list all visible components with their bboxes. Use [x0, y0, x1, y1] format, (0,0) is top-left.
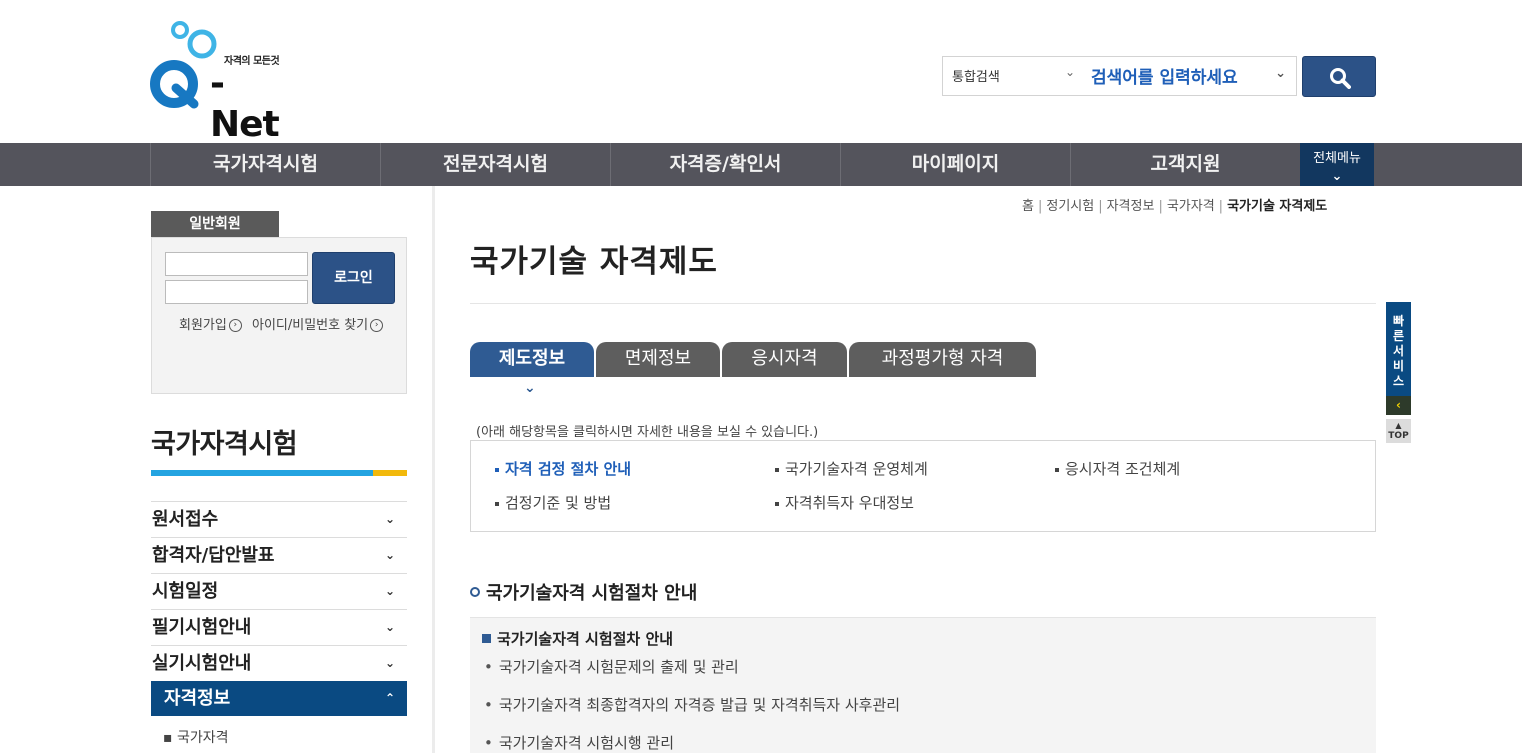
sidebar-item-results[interactable]: 합격자/답안발표 ⌄: [151, 537, 407, 573]
gnb-item-national-exam[interactable]: 국가자격시험: [150, 143, 380, 186]
login-box: 로그인 회원가입 › 아이디/비밀번호 찾기 ›: [151, 237, 407, 394]
search-input[interactable]: 검색어를 입력하세요 ⌄: [1083, 57, 1296, 95]
gnb-item-professional-exam[interactable]: 전문자격시험: [380, 143, 610, 186]
gnb-item-certificate[interactable]: 자격증/확인서: [610, 143, 840, 186]
search-placeholder: 검색어를 입력하세요: [1091, 68, 1238, 88]
sidebar-item-label: 필기시험안내: [152, 617, 252, 638]
sidebar-menu: 원서접수 ⌄ 합격자/답안발표 ⌄ 시험일정 ⌄ 필기시험안내 ⌄ 실기시험안내…: [151, 501, 407, 716]
guide-text: (아래 해당항목을 클릭하시면 자세한 내용을 보실 수 있습니다.): [476, 425, 819, 440]
chevron-right-icon: ›: [370, 319, 384, 332]
section-panel: 국가기술자격 시험절차 안내 국가기술자격 시험문제의 출제 및 관리 국가기술…: [470, 617, 1376, 753]
chevron-right-icon: ›: [228, 319, 242, 332]
sidebar-item-schedule[interactable]: 시험일정 ⌄: [151, 573, 407, 609]
user-id-field[interactable]: [165, 252, 308, 276]
link-exam-procedure[interactable]: 자격 검정 절차 안내: [495, 458, 631, 479]
sidebar-item-label: 원서접수: [152, 509, 219, 530]
bullet-circle-icon: [470, 587, 480, 597]
panel-head: 국가기술자격 시험절차 안내: [482, 628, 673, 649]
page-title: 국가기술 자격제도: [470, 244, 718, 280]
sidebar-title: 국가자격시험: [151, 429, 298, 460]
breadcrumb-item[interactable]: 자격정보: [1107, 199, 1155, 214]
sidebar-item-label: 자격정보: [164, 688, 231, 709]
qnet-logo[interactable]: 자격의 모든것 -Net: [150, 18, 290, 145]
search-box: 통합검색 ⌄ 검색어를 입력하세요 ⌄: [942, 56, 1297, 96]
chevron-down-icon: ⌄: [524, 380, 536, 396]
signup-link[interactable]: 회원가입: [179, 318, 227, 333]
link-criteria-method[interactable]: 검정기준 및 방법: [495, 492, 611, 513]
breadcrumb: 홈 | 정기시험 | 자격정보 | 국가자격 | 국가기술 자격제도: [1022, 199, 1328, 214]
quick-service-label: 빠른서비스: [1392, 314, 1405, 388]
sidebar-subitem[interactable]: ▪ 국가자격: [163, 727, 228, 747]
sidebar-divider: [432, 186, 435, 753]
list-item: 국가기술자격 시험시행 관리: [484, 732, 674, 753]
chevron-down-icon: ⌄: [384, 620, 395, 634]
chevron-down-icon: ⌄: [384, 656, 395, 670]
global-nav: 국가자격시험 전문자격시험 자격증/확인서 마이페이지 고객지원 전체메뉴 ⌄: [0, 143, 1522, 186]
tab-system-info[interactable]: 제도정보: [470, 342, 594, 377]
logo-wordmark: -Net: [210, 63, 280, 145]
caret-up-icon: ▲: [1395, 421, 1402, 430]
link-box: 자격 검정 절차 안내 국가기술자격 운영체계 응시자격 조건체계 검정기준 및…: [470, 440, 1376, 532]
breadcrumb-item[interactable]: 정기시험: [1046, 199, 1094, 214]
sidebar-subitem-label: 국가자격: [176, 730, 229, 746]
chevron-down-icon: ⌄: [384, 512, 395, 526]
list-item: 국가기술자격 최종합격자의 자격증 발급 및 자격취득자 사후관리: [484, 694, 900, 715]
top-label: TOP: [1388, 431, 1409, 441]
title-divider: [470, 303, 1376, 304]
gnb-item-support[interactable]: 고객지원: [1070, 143, 1300, 186]
member-tab[interactable]: 일반회원: [151, 211, 279, 237]
chevron-down-icon: ⌄: [1331, 169, 1343, 184]
login-button[interactable]: 로그인: [312, 252, 395, 304]
sidebar-item-practical-exam[interactable]: 실기시험안내 ⌄: [151, 645, 407, 681]
link-eligibility-system[interactable]: 응시자격 조건체계: [1055, 458, 1180, 479]
chevron-down-icon: ⌄: [384, 548, 395, 562]
search-icon: [1330, 68, 1351, 89]
breadcrumb-home[interactable]: 홈: [1022, 199, 1034, 214]
chevron-down-icon: ⌄: [1064, 65, 1075, 79]
find-account-link[interactable]: 아이디/비밀번호 찾기: [252, 318, 368, 333]
all-menu-button[interactable]: 전체메뉴 ⌄: [1300, 143, 1374, 186]
sidebar-item-written-exam[interactable]: 필기시험안내 ⌄: [151, 609, 407, 645]
search-scope-label: 통합검색: [952, 70, 1000, 85]
all-menu-label: 전체메뉴: [1313, 151, 1361, 166]
sidebar-title-bar: [151, 470, 407, 476]
sidebar-item-label: 합격자/답안발표: [152, 545, 275, 566]
chevron-down-icon: ⌄: [384, 584, 395, 598]
sidebar-item-label: 시험일정: [152, 581, 219, 602]
page: 자격의 모든것 -Net 통합검색 ⌄ 검색어를 입력하세요 ⌄ 국가자격시험 …: [0, 0, 1522, 753]
chevron-down-icon: ⌄: [1275, 66, 1286, 81]
bullet-square-icon: [482, 634, 491, 643]
breadcrumb-current: 국가기술 자격제도: [1227, 199, 1328, 214]
password-field[interactable]: [165, 280, 308, 304]
section-title-text: 국가기술자격 시험절차 안내: [486, 583, 698, 604]
sidebar-item-qualification-info[interactable]: 자격정보 ⌃: [151, 681, 407, 716]
tab-eligibility[interactable]: 응시자격: [722, 342, 847, 377]
panel-head-text: 국가기술자격 시험절차 안내: [497, 630, 674, 648]
top-button[interactable]: ▲ TOP: [1386, 419, 1411, 443]
chevron-left-icon[interactable]: ‹: [1386, 396, 1411, 415]
gnb-item-mypage[interactable]: 마이페이지: [840, 143, 1070, 186]
link-operation-system[interactable]: 국가기술자격 운영체계: [775, 458, 928, 479]
section-title: 국가기술자격 시험절차 안내: [470, 579, 697, 605]
list-item: 국가기술자격 시험문제의 출제 및 관리: [484, 656, 739, 677]
search-scope-select[interactable]: 통합검색 ⌄: [943, 57, 1083, 95]
sidebar-item-label: 실기시험안내: [152, 653, 252, 674]
link-holder-benefits[interactable]: 자격취득자 우대정보: [775, 492, 914, 513]
tab-course-evaluation[interactable]: 과정평가형 자격: [849, 342, 1036, 377]
search-button[interactable]: [1302, 56, 1376, 97]
breadcrumb-item[interactable]: 국가자격: [1167, 199, 1215, 214]
tab-exemption-info[interactable]: 면제정보: [596, 342, 720, 377]
login-links: 회원가입 › 아이디/비밀번호 찾기 ›: [179, 314, 389, 333]
chevron-up-icon: ⌃: [384, 691, 395, 705]
sidebar-item-application[interactable]: 원서접수 ⌄: [151, 501, 407, 537]
content-tabs: 제도정보 면제정보 응시자격 과정평가형 자격: [470, 342, 1038, 378]
